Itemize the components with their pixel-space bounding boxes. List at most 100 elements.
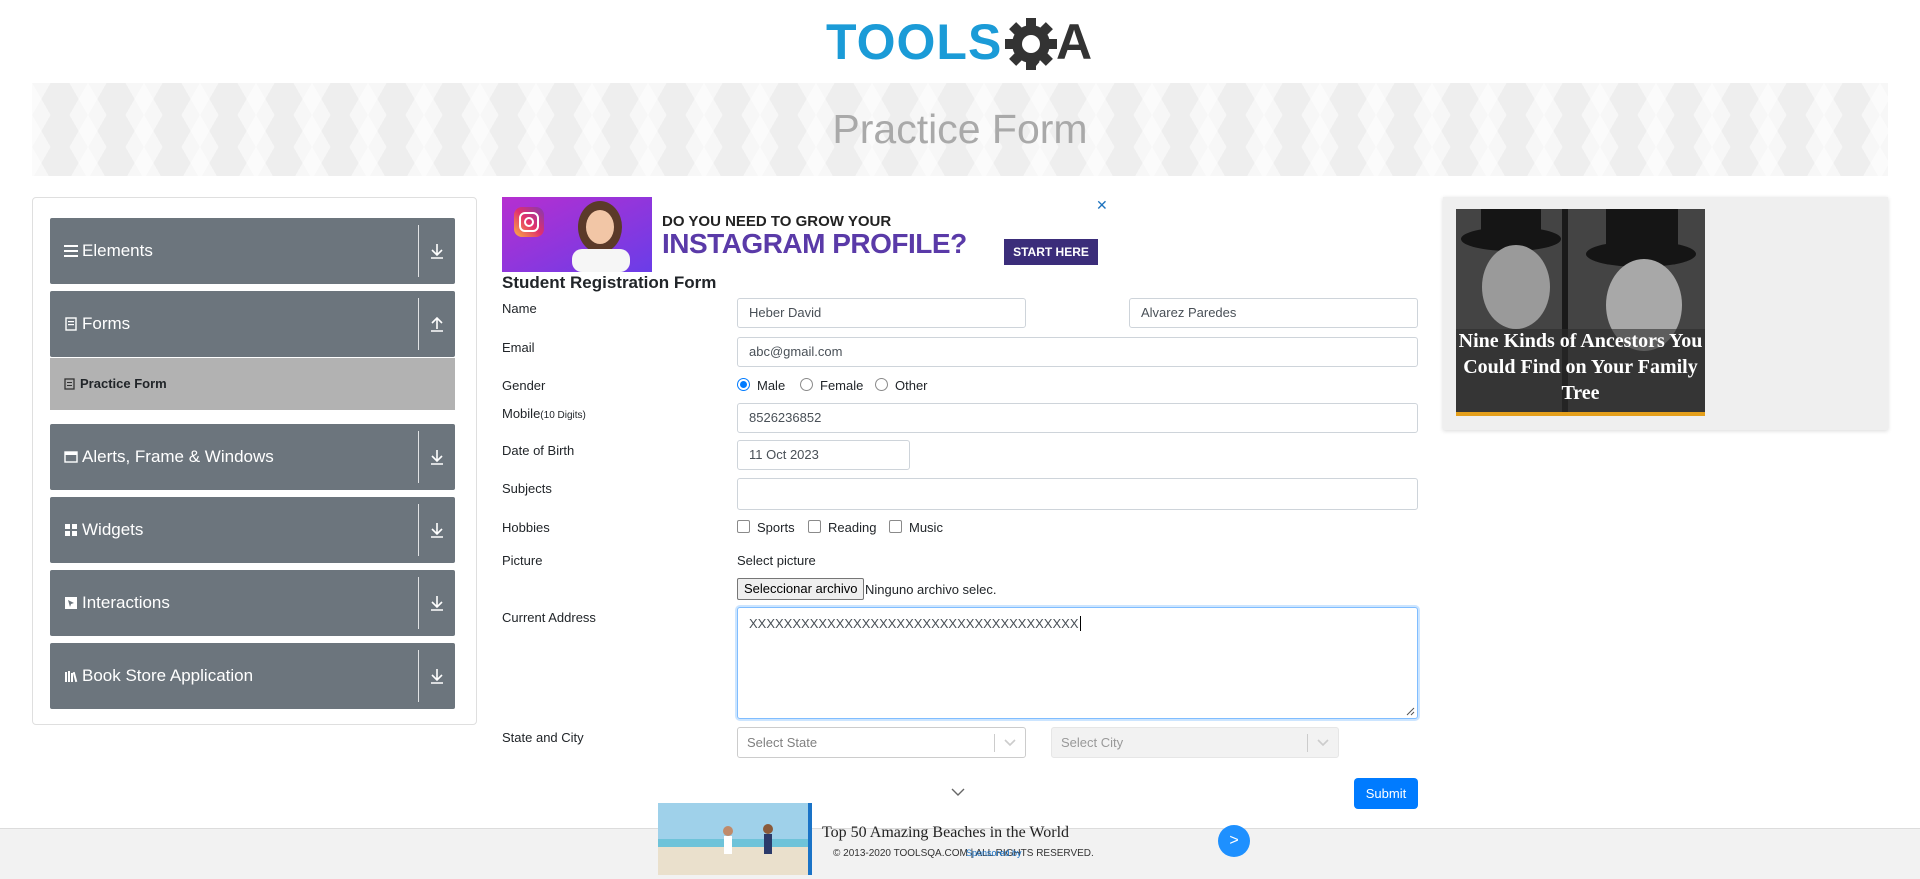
sidebar-group-widgets[interactable]: Widgets <box>50 497 455 563</box>
upload-arrow-icon <box>431 316 443 332</box>
ad-ancestors[interactable]: Nine Kinds of Ancestors You Could Find o… <box>1456 209 1705 416</box>
hobby-reading-label[interactable]: Reading <box>828 520 876 535</box>
text-caret <box>1079 616 1081 631</box>
mobile-label-text: Mobile <box>502 406 541 421</box>
city-select[interactable]: Select City <box>1051 727 1339 758</box>
divider <box>418 298 419 350</box>
books-icon <box>65 671 78 683</box>
download-arrow-icon <box>431 450 443 465</box>
divider <box>994 734 995 752</box>
mobile-input[interactable]: 8526236852 <box>737 403 1418 433</box>
picture-label: Picture <box>502 553 543 568</box>
download-arrow-icon <box>431 669 443 684</box>
document-icon <box>64 378 75 390</box>
sidebar-item-practice-form[interactable]: Practice Form <box>50 358 455 410</box>
sidebar-group-label: Widgets <box>82 520 144 539</box>
sidebar-group-label: Interactions <box>82 593 170 612</box>
ad-banner-instagram[interactable]: DO YOU NEED TO GROW YOUR INSTAGRAM PROFI… <box>502 197 1109 272</box>
gear-icon <box>1005 18 1057 70</box>
date-of-birth-input[interactable]: 11 Oct 2023 <box>737 440 910 470</box>
ad-go-button[interactable]: > <box>1218 825 1250 857</box>
chevron-down-icon[interactable] <box>951 788 965 797</box>
logo-text-left: TOOLS <box>826 14 1002 70</box>
divider <box>418 650 419 702</box>
gender-male-label[interactable]: Male <box>757 378 785 393</box>
ad-line-2: INSTAGRAM PROFILE? <box>662 228 967 259</box>
download-arrow-icon <box>431 523 443 538</box>
submit-button[interactable]: Submit <box>1354 778 1418 809</box>
divider <box>418 225 419 277</box>
sidebar-group-elements[interactable]: Elements <box>50 218 455 284</box>
sidebar-group-interactions[interactable]: Interactions <box>50 570 455 636</box>
name-label: Name <box>502 301 537 316</box>
ad-bottom-title[interactable]: Top 50 Amazing Beaches in the World <box>822 824 1069 842</box>
mobile-label: Mobile(10 Digits) <box>502 406 586 421</box>
hobby-sports-checkbox[interactable] <box>737 520 750 533</box>
state-placeholder: Select State <box>747 735 818 750</box>
download-arrow-icon <box>431 596 443 611</box>
subjects-input[interactable] <box>737 478 1418 510</box>
beach-photo <box>658 803 808 875</box>
sidebar-group-label: Alerts, Frame & Windows <box>82 447 274 466</box>
divider <box>418 431 419 483</box>
hobbies-label: Hobbies <box>502 520 550 535</box>
window-icon <box>64 451 78 463</box>
city-placeholder: Select City <box>1061 735 1124 750</box>
ad-headline: Nine Kinds of Ancestors You Could Find o… <box>1458 330 1703 404</box>
document-icon <box>65 317 77 331</box>
ad-accent-bar <box>1456 412 1705 416</box>
gender-other-label[interactable]: Other <box>895 378 928 393</box>
gender-male-radio[interactable] <box>737 378 750 391</box>
ad-divider-bar <box>808 803 812 875</box>
chevron-down-icon <box>1317 739 1329 747</box>
first-name-input[interactable]: Heber David <box>737 298 1026 328</box>
sidebar-group-label: Book Store Application <box>82 666 254 685</box>
hobby-reading-checkbox[interactable] <box>808 520 821 533</box>
email-input[interactable]: abc@gmail.com <box>737 337 1418 367</box>
sidebar-group-label: Elements <box>82 241 153 260</box>
gender-female-label[interactable]: Female <box>820 378 863 393</box>
ad-close-icon[interactable]: ✕ <box>1096 197 1108 214</box>
copyright-text: © 2013-2020 TOOLSQA.COM | ALL RIGHTS RES… <box>833 848 1094 859</box>
toolsqa-logo[interactable]: TOOLS A <box>826 12 1096 74</box>
mobile-hint: (10 Digits) <box>540 410 586 421</box>
select-picture-label: Select picture <box>737 553 816 568</box>
address-text: XXXXXXXXXXXXXXXXXXXXXXXXXXXXXXXXXXXXXX <box>749 616 1079 631</box>
current-address-textarea[interactable]: XXXXXXXXXXXXXXXXXXXXXXXXXXXXXXXXXXXXXX <box>737 607 1418 719</box>
sidebar: Elements Forms Practice Form Alerts, Fra… <box>32 197 477 725</box>
ad-cta-button[interactable]: START HERE <box>1004 239 1098 265</box>
cursor-icon <box>65 597 77 609</box>
gender-female-radio[interactable] <box>800 378 813 391</box>
gender-other-radio[interactable] <box>875 378 888 391</box>
hobby-music-checkbox[interactable] <box>889 520 902 533</box>
sidebar-group-book-store[interactable]: Book Store Application <box>50 643 455 709</box>
title-banner: Practice Form <box>32 83 1888 176</box>
dob-label: Date of Birth <box>502 443 575 458</box>
last-name-input[interactable]: Alvarez Paredes <box>1129 298 1418 328</box>
sidebar-item-label: Practice Form <box>80 376 167 391</box>
hamburger-icon <box>64 245 78 257</box>
state-select[interactable]: Select State <box>737 727 1026 758</box>
hobby-music-label[interactable]: Music <box>909 520 943 535</box>
ad-sponsor-text: Sponsored by <box>966 848 1022 858</box>
form-title: Student Registration Form <box>502 273 717 292</box>
chevron-down-icon <box>1004 739 1016 747</box>
sidebar-group-forms[interactable]: Forms <box>50 291 455 357</box>
choose-file-button[interactable]: Seleccionar archivo <box>737 578 865 600</box>
sidebar-group-label: Forms <box>82 314 131 333</box>
logo-text-right: A <box>1056 14 1092 70</box>
divider <box>1307 734 1308 752</box>
subjects-label: Subjects <box>502 481 552 496</box>
file-status-text: Ninguno archivo selec. <box>865 582 997 597</box>
resize-handle-icon[interactable] <box>1406 707 1415 716</box>
sidebar-group-alerts[interactable]: Alerts, Frame & Windows <box>50 424 455 490</box>
hobby-sports-label[interactable]: Sports <box>757 520 795 535</box>
gender-label: Gender <box>502 378 546 393</box>
divider <box>418 504 419 556</box>
ad-beaches-image[interactable] <box>658 803 808 875</box>
state-city-label: State and City <box>502 730 584 745</box>
email-label: Email <box>502 340 535 355</box>
divider <box>418 577 419 629</box>
download-arrow-icon <box>431 244 443 259</box>
grid-icon <box>65 524 77 536</box>
